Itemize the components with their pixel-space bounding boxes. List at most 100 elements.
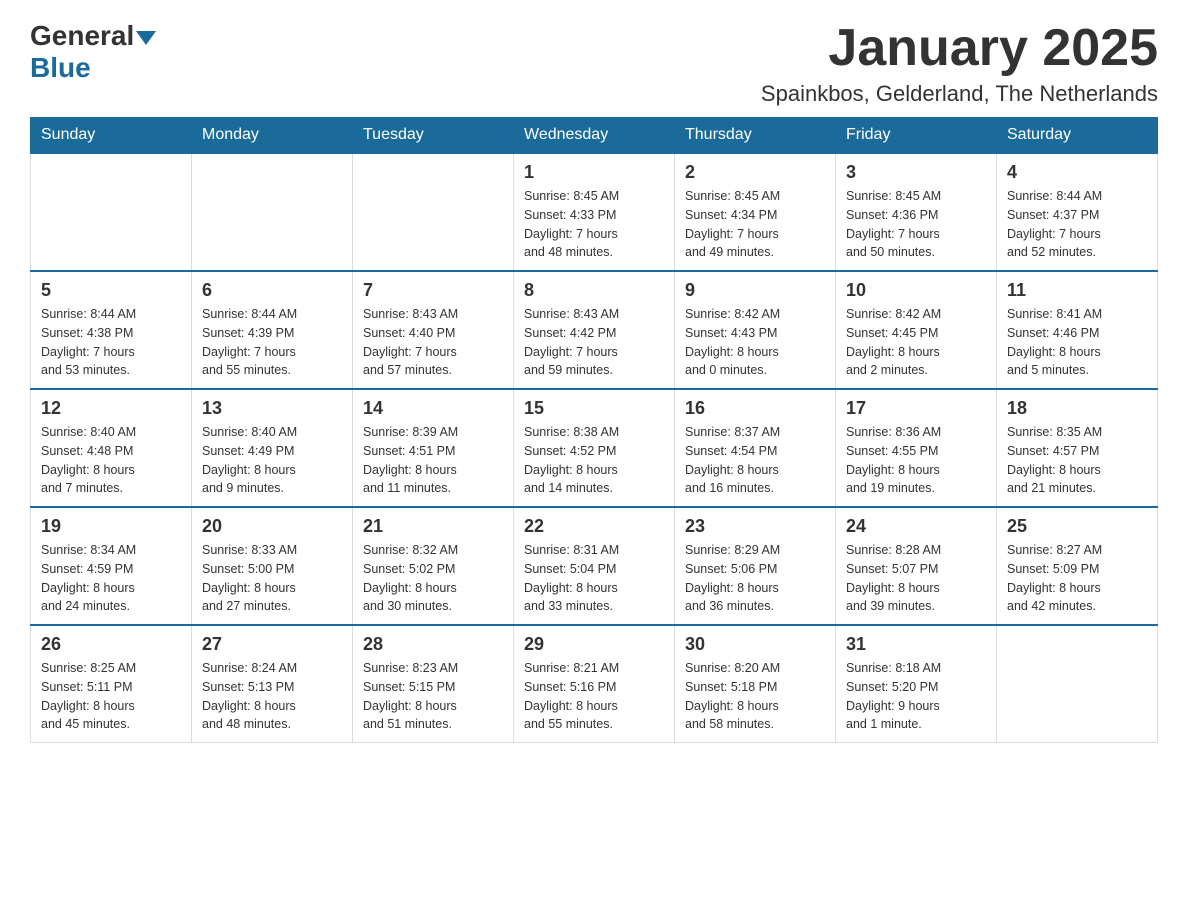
calendar-cell: 20 Sunrise: 8:33 AMSunset: 5:00 PMDayligh… xyxy=(192,507,353,625)
day-number: 15 xyxy=(524,398,664,419)
day-info: Sunrise: 8:42 AMSunset: 4:45 PMDaylight:… xyxy=(846,305,986,380)
calendar-cell: 2 Sunrise: 8:45 AMSunset: 4:34 PMDaylight… xyxy=(675,153,836,271)
calendar-cell: 14 Sunrise: 8:39 AMSunset: 4:51 PMDayligh… xyxy=(353,389,514,507)
calendar-cell: 10Sunrise: 8:42 AMSunset: 4:45 PMDayligh… xyxy=(836,271,997,389)
calendar-cell: 15 Sunrise: 8:38 AMSunset: 4:52 PMDayligh… xyxy=(514,389,675,507)
calendar-cell: 1 Sunrise: 8:45 AMSunset: 4:33 PMDaylight… xyxy=(514,153,675,271)
logo: General Blue xyxy=(30,20,158,84)
calendar-cell: 21 Sunrise: 8:32 AMSunset: 5:02 PMDayligh… xyxy=(353,507,514,625)
calendar-cell: 8 Sunrise: 8:43 AMSunset: 4:42 PMDaylight… xyxy=(514,271,675,389)
day-number: 23 xyxy=(685,516,825,537)
calendar-cell xyxy=(353,153,514,271)
day-number: 5 xyxy=(41,280,181,301)
calendar-cell: 31 Sunrise: 8:18 AMSunset: 5:20 PMDayligh… xyxy=(836,625,997,743)
calendar-cell: 12 Sunrise: 8:40 AMSunset: 4:48 PMDayligh… xyxy=(31,389,192,507)
day-info: Sunrise: 8:28 AMSunset: 5:07 PMDaylight:… xyxy=(846,541,986,616)
header-wednesday: Wednesday xyxy=(514,118,675,154)
calendar-cell: 4 Sunrise: 8:44 AMSunset: 4:37 PMDaylight… xyxy=(997,153,1158,271)
day-number: 14 xyxy=(363,398,503,419)
day-info: Sunrise: 8:36 AMSunset: 4:55 PMDaylight:… xyxy=(846,423,986,498)
calendar-cell xyxy=(31,153,192,271)
day-info: Sunrise: 8:27 AMSunset: 5:09 PMDaylight:… xyxy=(1007,541,1147,616)
day-number: 28 xyxy=(363,634,503,655)
day-info: Sunrise: 8:39 AMSunset: 4:51 PMDaylight:… xyxy=(363,423,503,498)
day-info: Sunrise: 8:44 AMSunset: 4:39 PMDaylight:… xyxy=(202,305,342,380)
calendar-cell: 9 Sunrise: 8:42 AMSunset: 4:43 PMDaylight… xyxy=(675,271,836,389)
day-number: 6 xyxy=(202,280,342,301)
day-info: Sunrise: 8:43 AMSunset: 4:40 PMDaylight:… xyxy=(363,305,503,380)
calendar-cell xyxy=(192,153,353,271)
location-subtitle: Spainkbos, Gelderland, The Netherlands xyxy=(761,81,1158,107)
day-number: 18 xyxy=(1007,398,1147,419)
week-row-5: 26 Sunrise: 8:25 AMSunset: 5:11 PMDayligh… xyxy=(31,625,1158,743)
day-number: 26 xyxy=(41,634,181,655)
month-title: January 2025 xyxy=(761,20,1158,77)
day-number: 20 xyxy=(202,516,342,537)
header-friday: Friday xyxy=(836,118,997,154)
calendar-cell: 11 Sunrise: 8:41 AMSunset: 4:46 PMDayligh… xyxy=(997,271,1158,389)
header-tuesday: Tuesday xyxy=(353,118,514,154)
day-info: Sunrise: 8:29 AMSunset: 5:06 PMDaylight:… xyxy=(685,541,825,616)
day-info: Sunrise: 8:45 AMSunset: 4:36 PMDaylight:… xyxy=(846,187,986,262)
day-info: Sunrise: 8:40 AMSunset: 4:49 PMDaylight:… xyxy=(202,423,342,498)
header-thursday: Thursday xyxy=(675,118,836,154)
calendar-cell: 28 Sunrise: 8:23 AMSunset: 5:15 PMDayligh… xyxy=(353,625,514,743)
calendar-cell: 13 Sunrise: 8:40 AMSunset: 4:49 PMDayligh… xyxy=(192,389,353,507)
day-number: 25 xyxy=(1007,516,1147,537)
calendar-cell xyxy=(997,625,1158,743)
day-number: 12 xyxy=(41,398,181,419)
calendar-cell: 6 Sunrise: 8:44 AMSunset: 4:39 PMDaylight… xyxy=(192,271,353,389)
day-info: Sunrise: 8:35 AMSunset: 4:57 PMDaylight:… xyxy=(1007,423,1147,498)
logo-blue-text: Blue xyxy=(30,52,91,83)
day-info: Sunrise: 8:44 AMSunset: 4:38 PMDaylight:… xyxy=(41,305,181,380)
day-number: 9 xyxy=(685,280,825,301)
day-number: 21 xyxy=(363,516,503,537)
week-row-2: 5 Sunrise: 8:44 AMSunset: 4:38 PMDaylight… xyxy=(31,271,1158,389)
day-info: Sunrise: 8:45 AMSunset: 4:34 PMDaylight:… xyxy=(685,187,825,262)
day-info: Sunrise: 8:38 AMSunset: 4:52 PMDaylight:… xyxy=(524,423,664,498)
day-number: 4 xyxy=(1007,162,1147,183)
title-area: January 2025 Spainkbos, Gelderland, The … xyxy=(761,20,1158,107)
header-sunday: Sunday xyxy=(31,118,192,154)
day-info: Sunrise: 8:32 AMSunset: 5:02 PMDaylight:… xyxy=(363,541,503,616)
day-number: 11 xyxy=(1007,280,1147,301)
day-info: Sunrise: 8:31 AMSunset: 5:04 PMDaylight:… xyxy=(524,541,664,616)
calendar-cell: 24Sunrise: 8:28 AMSunset: 5:07 PMDayligh… xyxy=(836,507,997,625)
day-info: Sunrise: 8:44 AMSunset: 4:37 PMDaylight:… xyxy=(1007,187,1147,262)
day-info: Sunrise: 8:34 AMSunset: 4:59 PMDaylight:… xyxy=(41,541,181,616)
day-number: 2 xyxy=(685,162,825,183)
day-info: Sunrise: 8:18 AMSunset: 5:20 PMDaylight:… xyxy=(846,659,986,734)
day-number: 22 xyxy=(524,516,664,537)
day-info: Sunrise: 8:45 AMSunset: 4:33 PMDaylight:… xyxy=(524,187,664,262)
day-info: Sunrise: 8:37 AMSunset: 4:54 PMDaylight:… xyxy=(685,423,825,498)
day-number: 3 xyxy=(846,162,986,183)
day-info: Sunrise: 8:41 AMSunset: 4:46 PMDaylight:… xyxy=(1007,305,1147,380)
calendar-cell: 23 Sunrise: 8:29 AMSunset: 5:06 PMDayligh… xyxy=(675,507,836,625)
calendar-cell: 27Sunrise: 8:24 AMSunset: 5:13 PMDayligh… xyxy=(192,625,353,743)
logo-general-text: General xyxy=(30,20,134,52)
calendar-header: SundayMondayTuesdayWednesdayThursdayFrid… xyxy=(31,118,1158,154)
day-info: Sunrise: 8:21 AMSunset: 5:16 PMDaylight:… xyxy=(524,659,664,734)
day-info: Sunrise: 8:25 AMSunset: 5:11 PMDaylight:… xyxy=(41,659,181,734)
week-row-4: 19Sunrise: 8:34 AMSunset: 4:59 PMDayligh… xyxy=(31,507,1158,625)
day-number: 1 xyxy=(524,162,664,183)
day-info: Sunrise: 8:23 AMSunset: 5:15 PMDaylight:… xyxy=(363,659,503,734)
calendar-cell: 7 Sunrise: 8:43 AMSunset: 4:40 PMDaylight… xyxy=(353,271,514,389)
calendar-cell: 26 Sunrise: 8:25 AMSunset: 5:11 PMDayligh… xyxy=(31,625,192,743)
calendar-cell: 22 Sunrise: 8:31 AMSunset: 5:04 PMDayligh… xyxy=(514,507,675,625)
day-number: 7 xyxy=(363,280,503,301)
day-number: 13 xyxy=(202,398,342,419)
logo-arrow-icon xyxy=(136,31,156,45)
day-info: Sunrise: 8:42 AMSunset: 4:43 PMDaylight:… xyxy=(685,305,825,380)
day-info: Sunrise: 8:33 AMSunset: 5:00 PMDaylight:… xyxy=(202,541,342,616)
header-saturday: Saturday xyxy=(997,118,1158,154)
day-info: Sunrise: 8:43 AMSunset: 4:42 PMDaylight:… xyxy=(524,305,664,380)
day-number: 29 xyxy=(524,634,664,655)
day-info: Sunrise: 8:40 AMSunset: 4:48 PMDaylight:… xyxy=(41,423,181,498)
calendar-cell: 19Sunrise: 8:34 AMSunset: 4:59 PMDayligh… xyxy=(31,507,192,625)
day-number: 31 xyxy=(846,634,986,655)
calendar-cell: 16Sunrise: 8:37 AMSunset: 4:54 PMDayligh… xyxy=(675,389,836,507)
day-info: Sunrise: 8:24 AMSunset: 5:13 PMDaylight:… xyxy=(202,659,342,734)
day-number: 8 xyxy=(524,280,664,301)
day-number: 30 xyxy=(685,634,825,655)
